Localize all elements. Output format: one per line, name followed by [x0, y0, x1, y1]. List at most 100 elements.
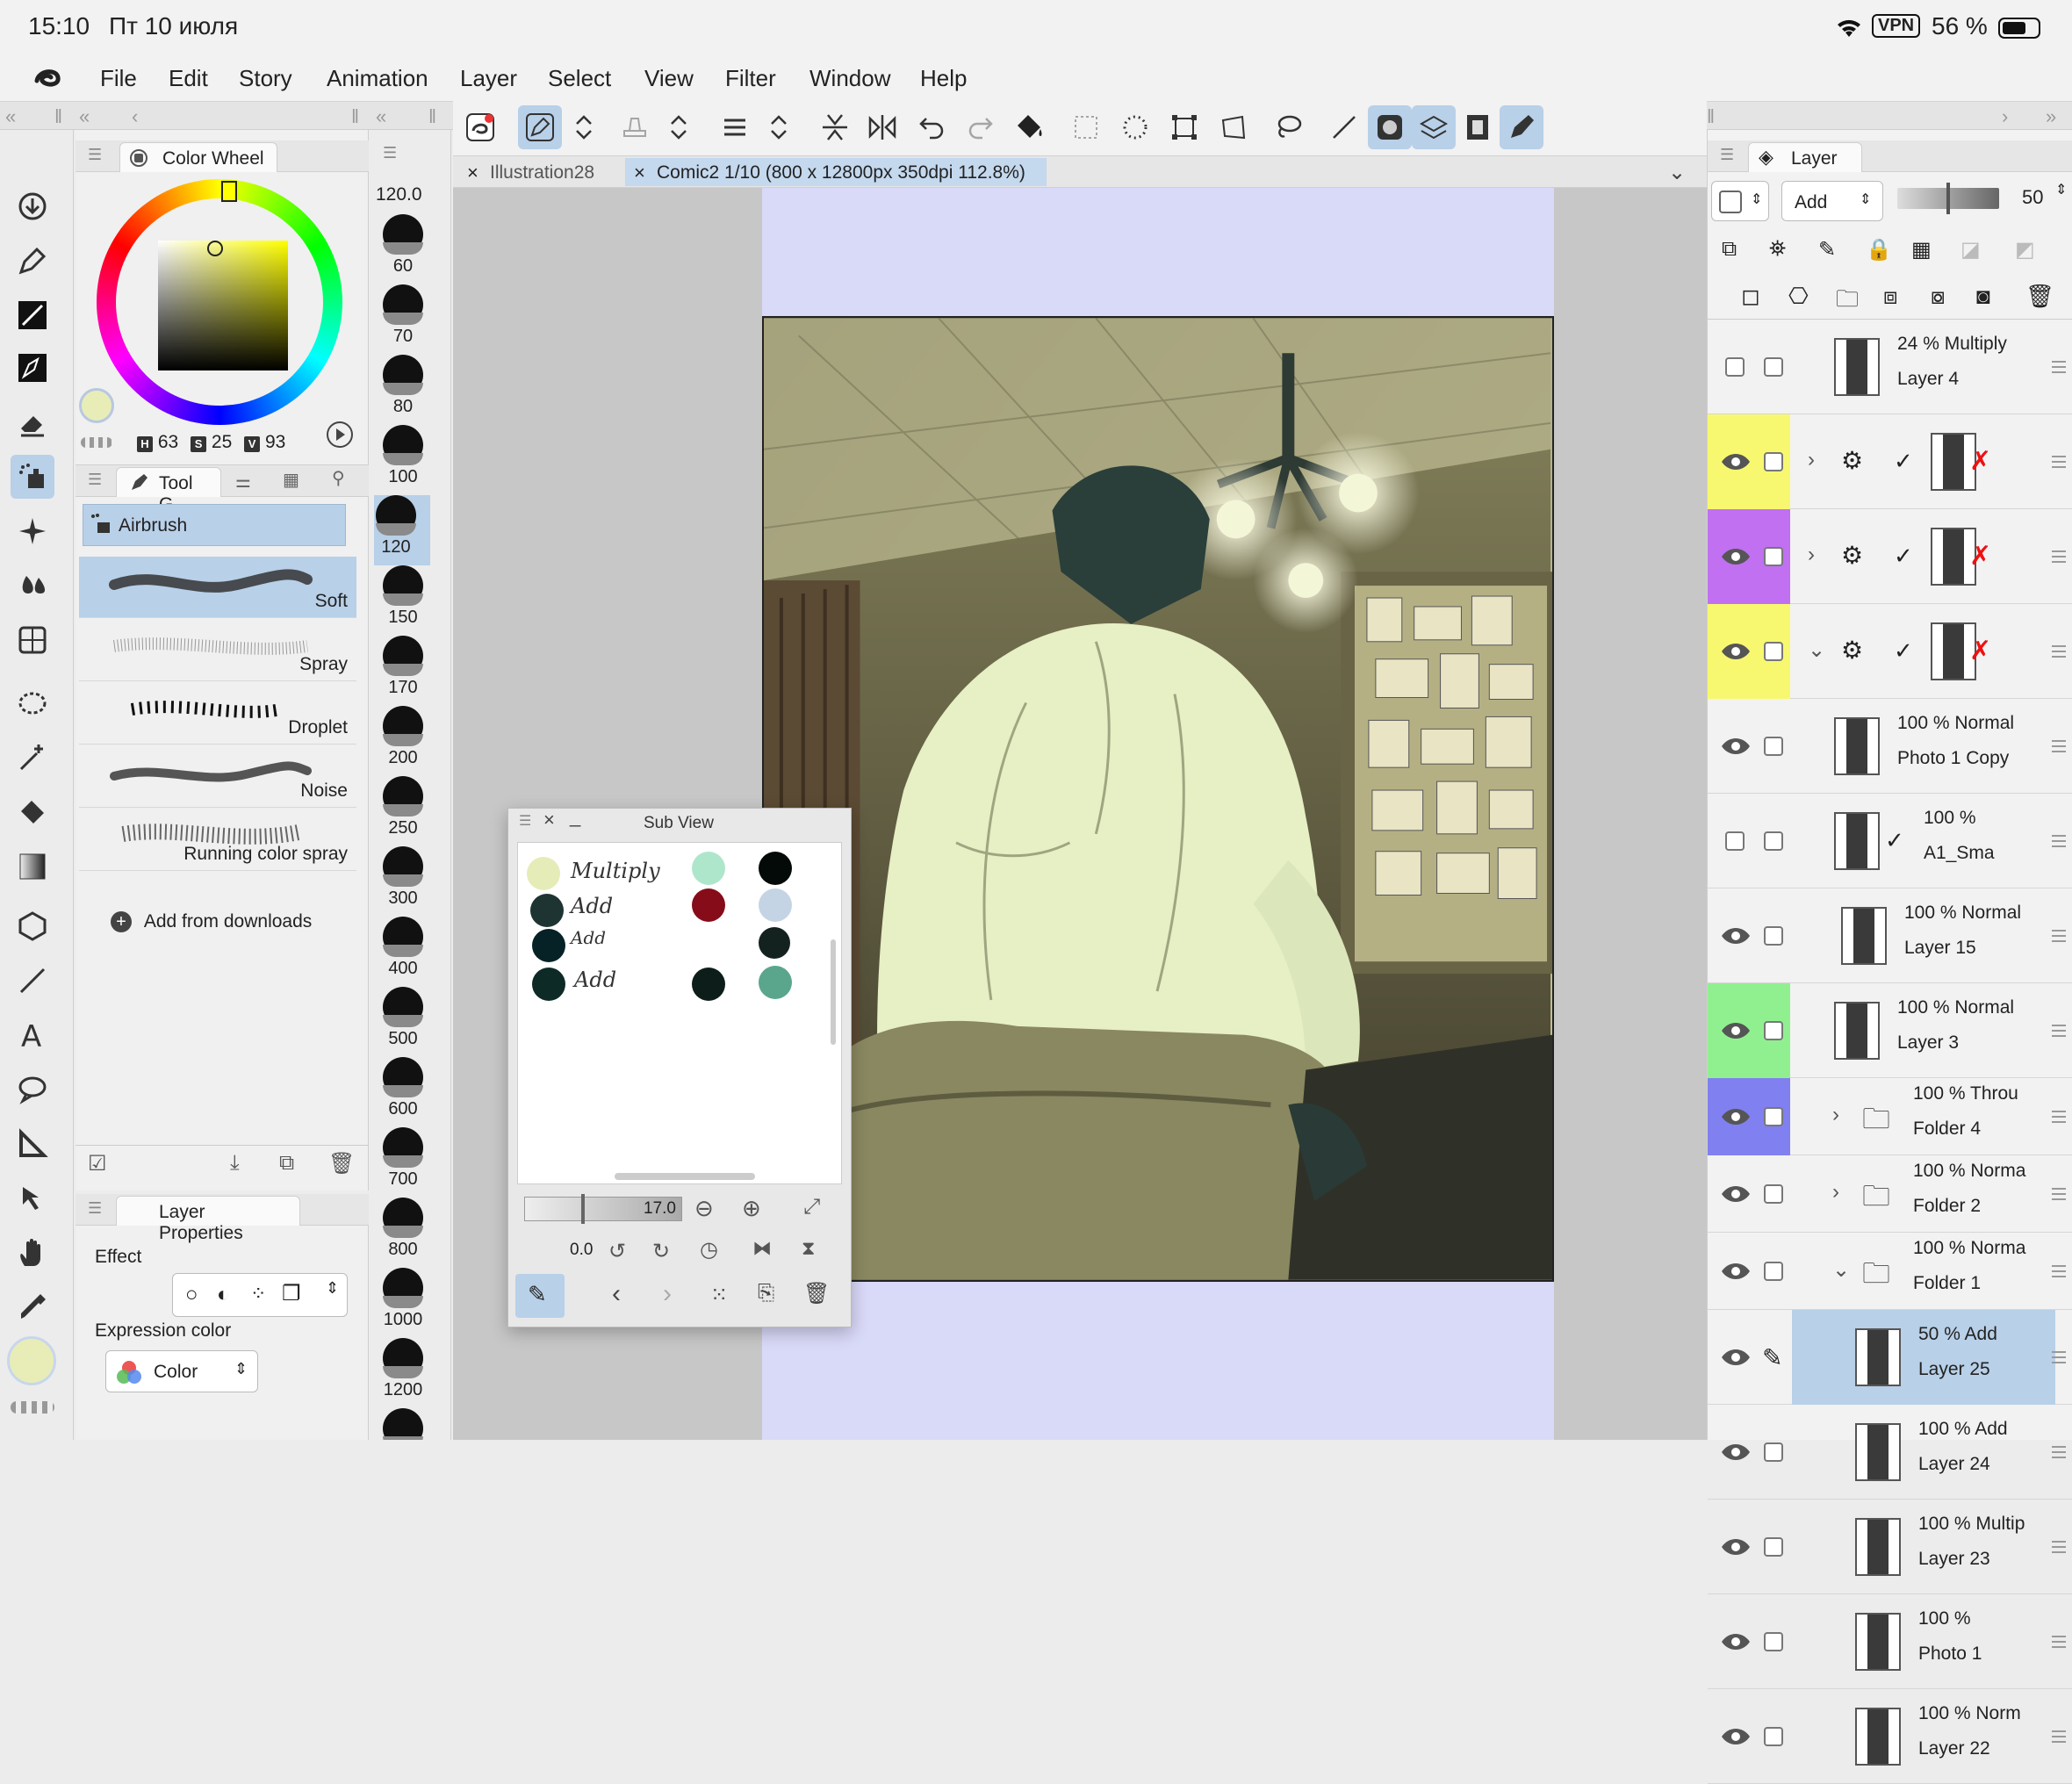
layer-select-checkbox[interactable]: [1764, 926, 1783, 946]
stamp-icon[interactable]: [613, 105, 657, 149]
chevron-right-icon[interactable]: ›: [1832, 1180, 1839, 1205]
create-mask-icon[interactable]: ◙: [1976, 283, 1990, 310]
eye-icon[interactable]: [1718, 923, 1753, 949]
transparent-swatch[interactable]: [81, 437, 112, 448]
reset-rotation-icon[interactable]: ◷: [700, 1237, 718, 1262]
eraser-tool-icon[interactable]: [11, 400, 54, 444]
chevron-down-icon[interactable]: ⌄: [1832, 1257, 1850, 1283]
artwork-panel[interactable]: [762, 316, 1554, 1282]
eye-icon[interactable]: [1718, 638, 1753, 665]
tab-layer-properties[interactable]: Layer Properties: [116, 1196, 300, 1243]
blend-mode-select[interactable]: Add ⇕: [1781, 181, 1883, 221]
brush-size-400[interactable]: 400: [381, 917, 425, 987]
layer-row[interactable]: 100 % Add Layer 24: [1708, 1405, 2072, 1500]
panel-menu-icon[interactable]: ☰: [88, 471, 102, 489]
layer-select-checkbox[interactable]: [1764, 1632, 1783, 1651]
layer-row[interactable]: 100 % Multip Layer 23: [1708, 1500, 2072, 1594]
swatch-pale-blue[interactable]: [759, 852, 792, 885]
layer-row[interactable]: › ⚙ ✓ ✗: [1708, 509, 2072, 604]
gradient-tool-icon[interactable]: [11, 845, 54, 888]
layer-select-checkbox[interactable]: [1764, 1184, 1783, 1204]
brush-spray[interactable]: Spray: [79, 620, 356, 681]
free-transform-icon[interactable]: [1212, 105, 1255, 149]
sparkle-tool-icon[interactable]: [11, 509, 54, 553]
layer-select-checkbox[interactable]: [1764, 1442, 1783, 1462]
layer-row[interactable]: 100 % Normal Layer 15: [1708, 888, 2072, 983]
selection-tool-icon[interactable]: [11, 681, 54, 725]
ink-pen-tool-icon[interactable]: [11, 346, 54, 390]
layer-select-checkbox[interactable]: [1764, 737, 1783, 756]
drag-handle-icon[interactable]: [2052, 930, 2066, 942]
eye-icon[interactable]: [1718, 1723, 1753, 1750]
brush-size-60[interactable]: 60: [381, 214, 425, 284]
drag-handle-icon[interactable]: [2052, 456, 2066, 468]
eye-icon[interactable]: [1718, 1258, 1753, 1284]
hidden-checkbox[interactable]: [1718, 828, 1753, 854]
menu-layer[interactable]: Layer: [460, 65, 517, 92]
reference-image-view[interactable]: Multiply Add Add Add: [517, 842, 842, 1184]
sliders-tab-icon[interactable]: ⚌: [235, 471, 251, 493]
fit-view-icon[interactable]: ⤢: [803, 1195, 820, 1219]
brush-soft[interactable]: Soft: [79, 557, 356, 618]
menu-select[interactable]: Select: [548, 65, 611, 92]
layer-row[interactable]: ⌄ ⚙ ✓ ✗: [1708, 604, 2072, 699]
flip-horizontal-icon[interactable]: ⧓: [752, 1237, 772, 1260]
drag-handle-icon[interactable]: [2052, 645, 2066, 658]
tab-comic2[interactable]: × Comic2 1/10 (800 x 12800px 350dpi 112.…: [625, 158, 1047, 186]
eye-icon[interactable]: [1718, 1629, 1753, 1655]
undo-icon[interactable]: [910, 105, 953, 149]
dock-grip-icon[interactable]: ‖: [54, 105, 62, 128]
lock-icon[interactable]: 🔒: [1866, 237, 1892, 263]
pen-tool-icon[interactable]: [11, 239, 54, 283]
up-down-arrows-icon[interactable]: [757, 105, 801, 149]
dock-grip-icon[interactable]: ‖: [1707, 105, 1715, 128]
flip-vertical-icon[interactable]: [813, 105, 857, 149]
transparent-color-swatch[interactable]: [11, 1401, 54, 1414]
brush-size-1500[interactable]: 1500: [381, 1408, 425, 1440]
color-play-icon[interactable]: [325, 420, 355, 450]
menu-window[interactable]: Window: [809, 65, 890, 92]
line-tool-icon[interactable]: [11, 959, 54, 1003]
drag-handle-icon[interactable]: [2052, 361, 2066, 373]
up-down-arrows-icon[interactable]: [657, 105, 701, 149]
swatch-sea-green[interactable]: [759, 927, 790, 959]
layer-row[interactable]: ✎ 50 % Add Layer 25: [1708, 1310, 2072, 1405]
swatch-dark-green[interactable]: [532, 968, 565, 1001]
hidden-checkbox[interactable]: [1718, 354, 1753, 380]
collapse-right-icon[interactable]: »: [2046, 105, 2056, 128]
previous-image-icon[interactable]: ‹: [612, 1279, 621, 1309]
eye-icon[interactable]: [1718, 1344, 1753, 1370]
layer-select-checkbox[interactable]: [1764, 1107, 1783, 1126]
clip-studio-icon[interactable]: [458, 105, 502, 149]
collapse-left-icon[interactable]: «: [5, 105, 16, 128]
menu-lines-icon[interactable]: [713, 105, 757, 149]
chevron-right-icon[interactable]: ›: [1808, 448, 1815, 472]
eye-icon[interactable]: [1718, 733, 1753, 759]
layer-row[interactable]: ✓ 100 % A1_Sma: [1708, 794, 2072, 888]
film-tab-icon[interactable]: ▦: [283, 469, 299, 491]
swatch-deep-teal[interactable]: [532, 929, 565, 962]
drag-handle-icon[interactable]: [2052, 835, 2066, 847]
edit-target-icon[interactable]: ✎: [1762, 1343, 1782, 1372]
panel-menu-icon[interactable]: ☰: [88, 146, 102, 164]
brush-size-70[interactable]: 70: [381, 284, 425, 355]
drag-handle-icon[interactable]: [2052, 1111, 2066, 1123]
flip-vertical-icon[interactable]: ⧗: [802, 1237, 815, 1260]
expand-icon[interactable]: ⇕: [2055, 181, 2067, 198]
transform-icon[interactable]: [1162, 105, 1206, 149]
straight-line-icon[interactable]: [1322, 105, 1366, 149]
panel-menu-icon[interactable]: ☰: [88, 1199, 102, 1218]
operation-tool-icon[interactable]: [11, 1176, 54, 1220]
new-raster-layer-icon[interactable]: ◻: [1741, 283, 1760, 310]
combine-icon[interactable]: ⧇: [1931, 283, 1946, 311]
clip-to-below-icon[interactable]: ⧉: [1722, 237, 1737, 262]
eyedropper-tool-icon[interactable]: [11, 1285, 54, 1329]
pin-tab-icon[interactable]: ⚲: [332, 467, 345, 489]
tone-effect-icon[interactable]: ⁘: [250, 1283, 266, 1306]
fill-bucket-icon[interactable]: [1008, 105, 1052, 149]
fill-tool-icon[interactable]: [11, 790, 54, 834]
layer-mask-icon[interactable]: [1368, 105, 1412, 149]
mesh-tool-icon[interactable]: [11, 618, 54, 662]
swatch-crimson[interactable]: [692, 888, 725, 922]
brush-running-color-spray[interactable]: Running color spray: [79, 809, 356, 871]
